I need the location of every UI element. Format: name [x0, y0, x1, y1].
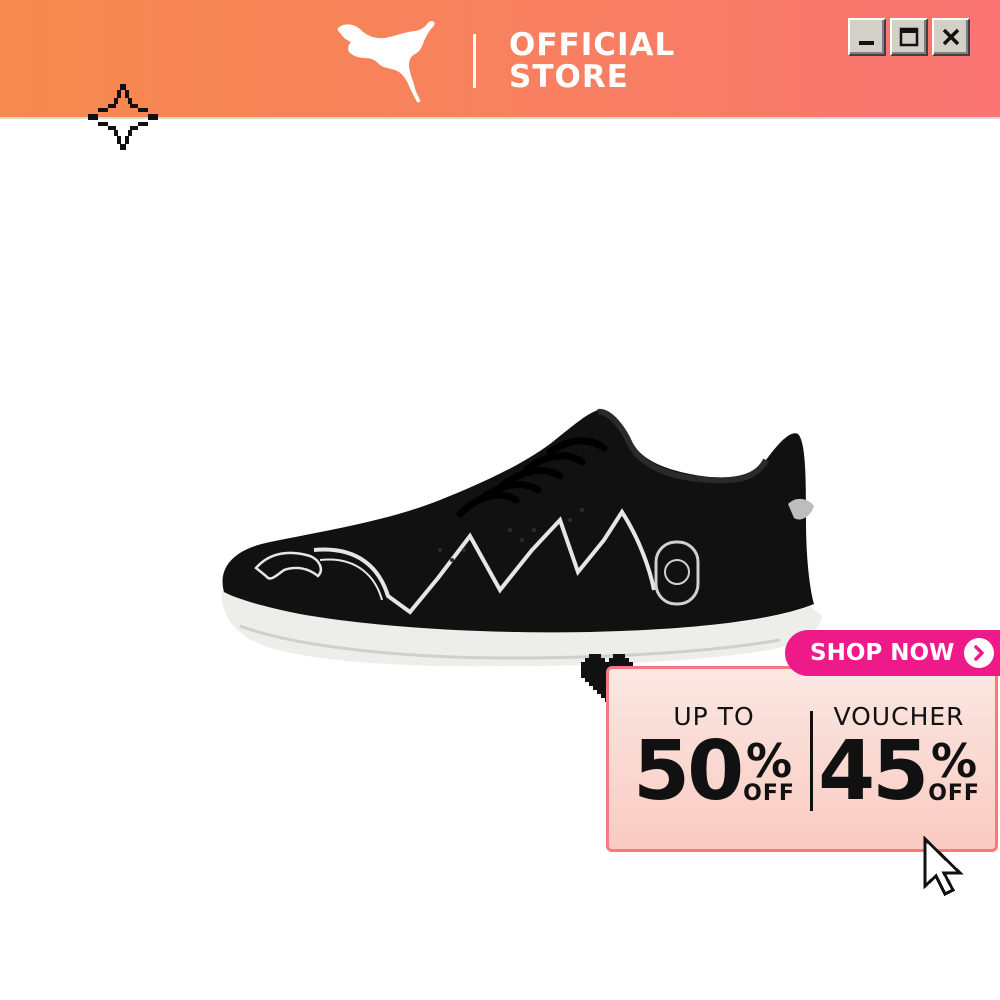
discount-percent-sign: % [746, 734, 793, 788]
mouse-pointer-icon [923, 836, 964, 897]
voucher-suffix: % OFF [928, 734, 980, 806]
brand-lockup[interactable]: OFFICIAL STORE [335, 18, 680, 104]
discount-value: 50 [633, 724, 744, 819]
store-line-1: OFFICIAL [509, 27, 676, 63]
sparkle-icon [88, 84, 158, 150]
voucher-percent-sign: % [931, 734, 978, 788]
chevron-right-icon [964, 638, 995, 668]
discount-value-row: 50 % OFF [629, 731, 799, 813]
discount-suffix: % OFF [743, 734, 795, 806]
maximize-icon [899, 27, 919, 47]
shop-now-button[interactable]: SHOP NOW [785, 630, 1000, 676]
minimize-button[interactable] [848, 18, 886, 56]
close-button[interactable] [932, 18, 970, 56]
voucher-value: 45 [818, 724, 929, 819]
close-icon [942, 28, 960, 46]
product-shoe-image[interactable] [210, 400, 830, 680]
shop-now-label: SHOP NOW [810, 640, 955, 666]
window-controls [848, 18, 970, 56]
puma-logo-icon [337, 20, 435, 103]
promo-divider [810, 711, 813, 811]
discount-off-label: OFF [743, 781, 795, 806]
voucher-off-label: OFF [928, 781, 980, 806]
voucher-block: VOUCHER 45 % OFF [818, 703, 980, 819]
minimize-icon [859, 41, 874, 45]
store-line-2: STORE [509, 59, 629, 95]
maximize-button[interactable] [890, 18, 928, 56]
brand-divider [473, 34, 476, 88]
voucher-value-row: 45 % OFF [818, 724, 980, 819]
official-store-label: OFFICIAL STORE [509, 29, 675, 93]
discount-block: UP TO 50 % OFF [629, 703, 799, 813]
promo-panel[interactable]: UP TO 50 % OFF VOUCHER 45 % OFF [606, 666, 998, 852]
